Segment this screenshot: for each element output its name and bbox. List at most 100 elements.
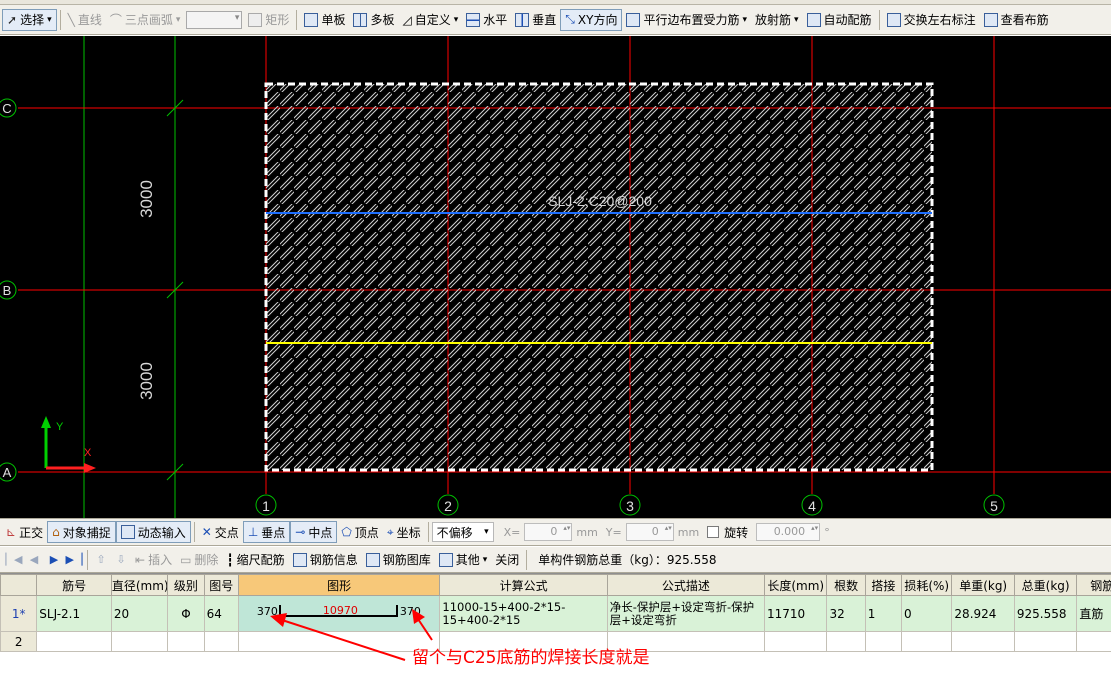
cell-empty[interactable] <box>203 631 239 652</box>
row-number[interactable]: 2 <box>0 631 38 652</box>
midpoint-snap[interactable]: ⊸ 中点 <box>290 521 338 543</box>
cell-grade[interactable]: Φ <box>167 595 205 632</box>
scale-rebar-label: 缩尺配筋 <box>236 553 285 567</box>
col-header[interactable]: 长度(mm) <box>763 574 828 596</box>
custom-button[interactable]: ◿ 自定义 ▾ <box>398 9 462 31</box>
prev-record-icon[interactable]: ◀ <box>24 550 44 570</box>
first-record-icon[interactable]: ▏◀ <box>4 550 24 570</box>
scale-rebar-button[interactable]: ┇ 缩尺配筋 <box>222 549 288 571</box>
ortho-toggle[interactable]: ⊾ 正交 <box>2 521 47 543</box>
cell-lap[interactable]: 1 <box>864 595 903 632</box>
cell-count[interactable]: 32 <box>826 595 866 632</box>
col-header[interactable]: 单重(kg) <box>951 574 1015 596</box>
single-board-button[interactable]: 单板 <box>300 9 349 31</box>
coordinate-snap[interactable]: ⌖ 坐标 <box>383 521 425 543</box>
col-header[interactable]: 计算公式 <box>439 574 608 596</box>
cell-id[interactable]: SLJ-2.1 <box>36 595 112 632</box>
x-input[interactable]: 0 <box>524 523 573 541</box>
auto-rebar-button[interactable]: 自动配筋 <box>803 9 876 31</box>
row-number[interactable]: 1* <box>0 595 38 632</box>
col-header[interactable]: 总重(kg) <box>1013 574 1078 596</box>
horizontal-label: 水平 <box>483 13 508 27</box>
osnap-toggle[interactable]: ⌂ 对象捕捉 <box>47 521 116 543</box>
rotate-input[interactable]: 0.000 <box>756 523 821 541</box>
rebar-info-button[interactable]: 钢筋信息 <box>289 549 362 571</box>
offset-dropdown[interactable]: 不偏移 ▾ <box>431 522 494 542</box>
cell-empty[interactable] <box>763 631 828 652</box>
cell-description[interactable]: 净长-保护层+设定弯折-保护层+设定弯折 <box>606 595 765 632</box>
cell-total-weight[interactable]: 925.558 <box>1013 595 1078 632</box>
next-record-icon[interactable]: ▶ <box>44 550 64 570</box>
col-header[interactable]: 根数 <box>826 574 866 596</box>
chevron-down-icon[interactable]: ▾ <box>483 555 488 565</box>
cell-empty[interactable] <box>864 631 903 652</box>
y-input[interactable]: 0 <box>625 523 674 541</box>
drawing-canvas[interactable]: 3000 3000 SLJ-2:C20@200 C B A 1 2 3 4 5 … <box>0 36 1111 518</box>
arc-param-combo[interactable] <box>186 10 243 29</box>
cell-empty[interactable] <box>167 631 205 652</box>
select-button[interactable]: ➚ 选择 ▾ <box>2 8 57 31</box>
cell-empty[interactable] <box>826 631 866 652</box>
cell-empty[interactable] <box>1076 631 1111 652</box>
rotate-checkbox[interactable] <box>707 526 720 538</box>
line-button[interactable]: ╲ 直线 <box>64 9 106 31</box>
cell-loss[interactable]: 0 <box>901 595 953 632</box>
cell-empty[interactable] <box>901 631 953 652</box>
rect-button[interactable]: 矩形 <box>244 9 293 31</box>
slab-hatch[interactable] <box>266 84 932 470</box>
cell-category[interactable]: 直筋 <box>1076 595 1111 632</box>
vertical-button[interactable]: 垂直 <box>511 9 560 31</box>
view-layout-button[interactable]: 查看布筋 <box>980 9 1053 31</box>
arc-button[interactable]: ⌒ 三点画弧 ▾ <box>106 9 185 31</box>
table-row[interactable]: 1* SLJ-2.1 20 Φ 64 370 10970 370 11000-1… <box>0 595 1111 632</box>
multi-board-button[interactable]: 多板 <box>349 9 398 31</box>
xy-direction-button[interactable]: ⤡ XY方向 <box>560 8 623 31</box>
horizontal-button[interactable]: 水平 <box>462 9 511 31</box>
rebar-table[interactable]: 筋号 直径(mm) 级别 图号 图形 计算公式 公式描述 长度(mm) 根数 搭… <box>0 573 1111 700</box>
col-header[interactable]: 直径(mm) <box>110 574 169 596</box>
vertex-snap[interactable]: ⬠ 顶点 <box>337 521 382 543</box>
drawing-svg[interactable]: 3000 3000 SLJ-2:C20@200 C B A 1 2 3 4 5 … <box>0 36 1111 518</box>
dynamic-input-toggle[interactable]: 动态输入 <box>115 521 191 543</box>
move-down-icon[interactable]: ⇩ <box>111 550 131 570</box>
cell-shape[interactable]: 370 10970 370 <box>237 595 441 632</box>
delete-button[interactable]: ▭ 删除 <box>176 549 222 571</box>
col-header[interactable]: 钢筋归 <box>1076 574 1111 596</box>
swap-marks-button[interactable]: 交换左右标注 <box>883 9 980 31</box>
cell-length[interactable]: 11710 <box>763 595 828 632</box>
col-header[interactable]: 损耗(%) <box>901 574 953 596</box>
radial-button[interactable]: 放射筋 ▾ <box>751 9 803 31</box>
chevron-down-icon[interactable]: ▾ <box>47 15 52 25</box>
col-header[interactable]: 搭接 <box>864 574 903 596</box>
col-header[interactable]: 筋号 <box>36 574 112 596</box>
insert-button[interactable]: ⇤ 插入 <box>131 549 176 571</box>
col-header[interactable]: 公式描述 <box>606 574 765 596</box>
cell-unit-weight[interactable]: 28.924 <box>951 595 1015 632</box>
col-header[interactable]: 图形 <box>237 574 441 596</box>
col-header[interactable]: 级别 <box>167 574 205 596</box>
close-button[interactable]: 关闭 <box>491 549 523 571</box>
cell-fig-no[interactable]: 64 <box>203 595 239 632</box>
chevron-down-icon[interactable]: ▾ <box>742 15 747 25</box>
chevron-down-icon[interactable]: ▾ <box>454 15 459 25</box>
insert-icon: ⇤ <box>135 552 146 567</box>
custom-label: 自定义 <box>414 13 451 27</box>
cell-empty[interactable] <box>951 631 1015 652</box>
chevron-down-icon[interactable]: ▾ <box>794 15 799 25</box>
parallel-edge-button[interactable]: 平行边布置受力筋 ▾ <box>622 9 751 31</box>
rebar-library-button[interactable]: 钢筋图库 <box>362 549 435 571</box>
intersection-snap[interactable]: ✕ 交点 <box>198 521 243 543</box>
other-button[interactable]: 其他 ▾ <box>435 549 492 571</box>
cell-diameter[interactable]: 20 <box>110 595 169 632</box>
cell-empty[interactable] <box>1013 631 1078 652</box>
ortho-icon: ⊾ <box>6 525 17 539</box>
cell-empty[interactable] <box>237 631 441 652</box>
last-record-icon[interactable]: ▶▕ <box>64 550 84 570</box>
cell-empty[interactable] <box>110 631 169 652</box>
chevron-down-icon[interactable]: ▾ <box>176 15 181 25</box>
perpendicular-snap[interactable]: ⊥ 垂点 <box>242 521 291 543</box>
cell-empty[interactable] <box>36 631 112 652</box>
cell-formula[interactable]: 11000-15+400-2*15-15+400-2*15 <box>439 595 608 632</box>
col-header[interactable]: 图号 <box>203 574 239 596</box>
move-up-icon[interactable]: ⇧ <box>91 550 111 570</box>
